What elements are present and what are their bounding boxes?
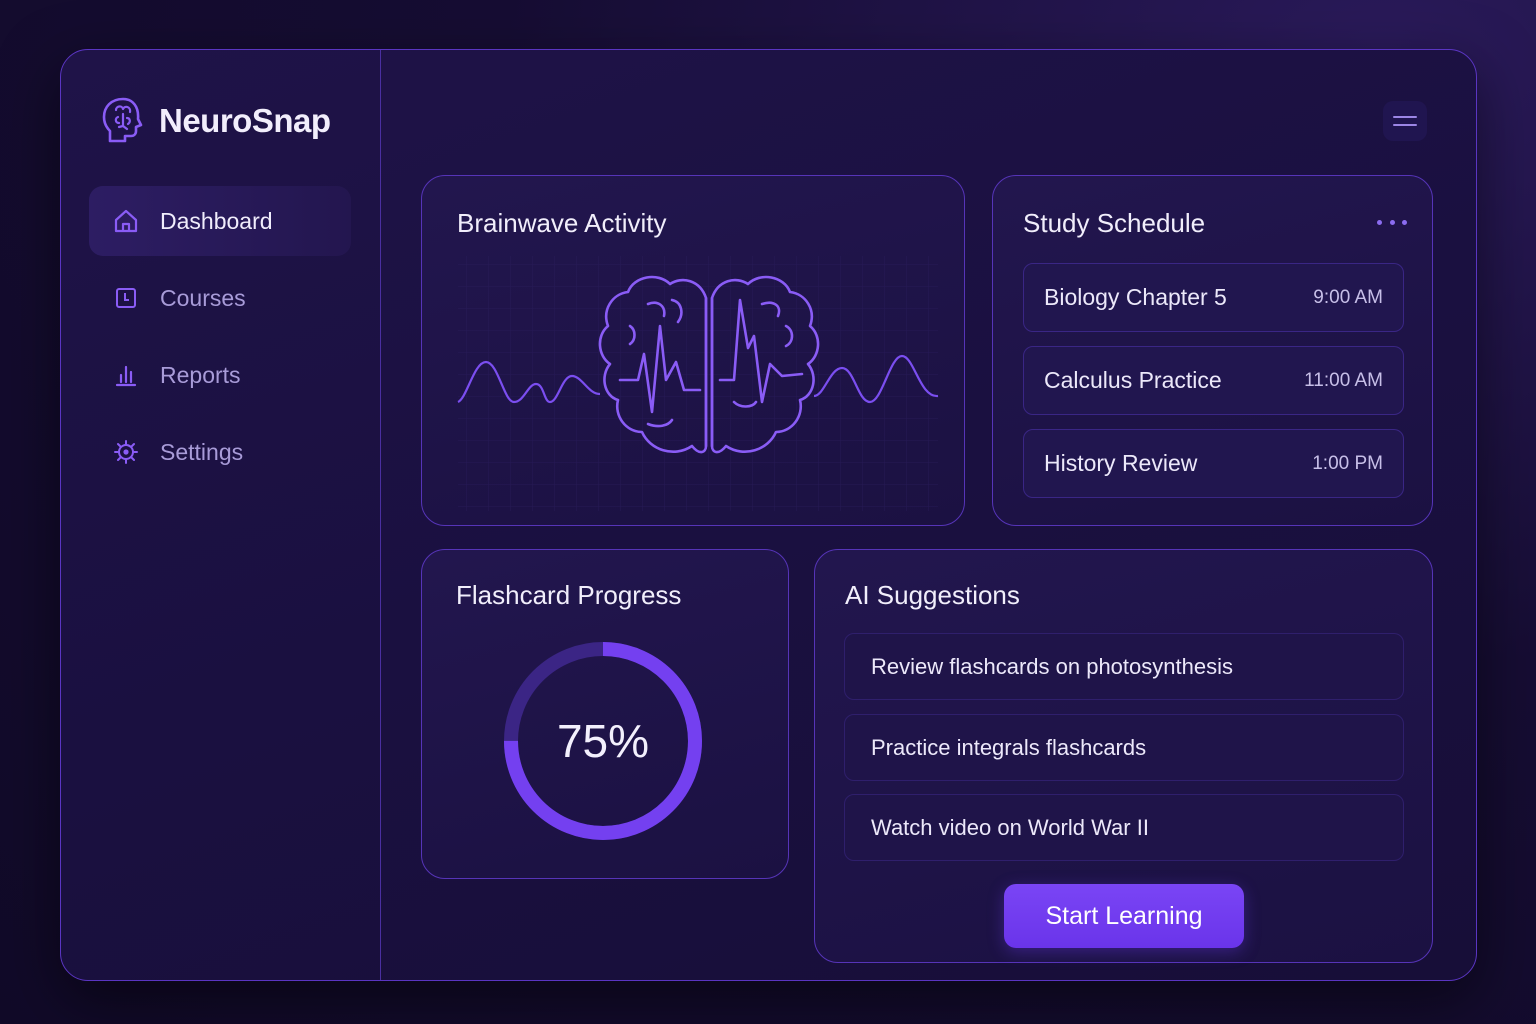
schedule-item-name: History Review: [1044, 450, 1198, 476]
flashcard-progress-card: Flashcard Progress 75%: [421, 549, 789, 879]
schedule-item[interactable]: History Review 1:00 PM: [1023, 429, 1404, 498]
sidebar-item-label: Courses: [160, 284, 246, 311]
sidebar: NeuroSnap Dashboard Courses Reports Sett…: [61, 50, 381, 980]
suggestion-text: Review flashcards on photosynthesis: [871, 653, 1233, 679]
sidebar-nav: Dashboard Courses Reports Settings: [89, 186, 351, 494]
menu-button[interactable]: [1383, 101, 1427, 141]
sidebar-item-reports[interactable]: Reports: [89, 340, 351, 410]
gear-icon: [113, 439, 139, 465]
study-schedule-card: Study Schedule Biology Chapter 5 9:00 AM…: [992, 175, 1433, 526]
schedule-item-name: Biology Chapter 5: [1044, 284, 1227, 310]
brand-name: NeuroSnap: [159, 102, 331, 139]
card-title: Flashcard Progress: [456, 580, 682, 610]
suggestion-item[interactable]: Practice integrals flashcards: [844, 714, 1404, 781]
sidebar-item-settings[interactable]: Settings: [89, 417, 351, 487]
bar-chart-icon: [113, 362, 139, 388]
sidebar-item-dashboard[interactable]: Dashboard: [89, 186, 351, 256]
sidebar-item-label: Reports: [160, 361, 241, 388]
schedule-item-time: 1:00 PM: [1312, 452, 1383, 474]
schedule-item[interactable]: Calculus Practice 11:00 AM: [1023, 346, 1404, 415]
ai-suggestions-card: AI Suggestions Review flashcards on phot…: [814, 549, 1433, 963]
schedule-item-name: Calculus Practice: [1044, 367, 1222, 393]
card-title: Study Schedule: [1023, 208, 1206, 238]
brainwave-card: Brainwave Activity: [421, 175, 965, 526]
schedule-item-time: 9:00 AM: [1313, 286, 1383, 308]
brain-wave-icon: [457, 256, 939, 511]
suggestion-text: Practice integrals flashcards: [871, 734, 1147, 760]
brain-head-icon: [102, 97, 143, 143]
start-learning-button[interactable]: Start Learning: [1004, 884, 1244, 948]
sidebar-item-label: Settings: [160, 438, 244, 465]
home-icon: [113, 208, 139, 234]
suggestion-item[interactable]: Watch video on World War II: [844, 794, 1404, 861]
schedule-item[interactable]: Biology Chapter 5 9:00 AM: [1023, 263, 1404, 332]
brand[interactable]: NeuroSnap: [101, 96, 331, 146]
schedule-item-time: 11:00 AM: [1304, 369, 1383, 391]
menu-icon: [1393, 116, 1417, 126]
suggestion-text: Watch video on World War II: [871, 814, 1149, 840]
progress-ring: 75%: [500, 638, 706, 844]
sidebar-item-courses[interactable]: Courses: [89, 263, 351, 333]
progress-percent: 75%: [556, 715, 650, 767]
more-horizontal-icon[interactable]: [1377, 212, 1407, 232]
suggestion-item[interactable]: Review flashcards on photosynthesis: [844, 633, 1404, 700]
app-window: NeuroSnap Dashboard Courses Reports Sett…: [60, 49, 1477, 981]
sidebar-item-label: Dashboard: [160, 207, 273, 234]
card-title: AI Suggestions: [845, 580, 1020, 610]
book-icon: [113, 285, 139, 311]
